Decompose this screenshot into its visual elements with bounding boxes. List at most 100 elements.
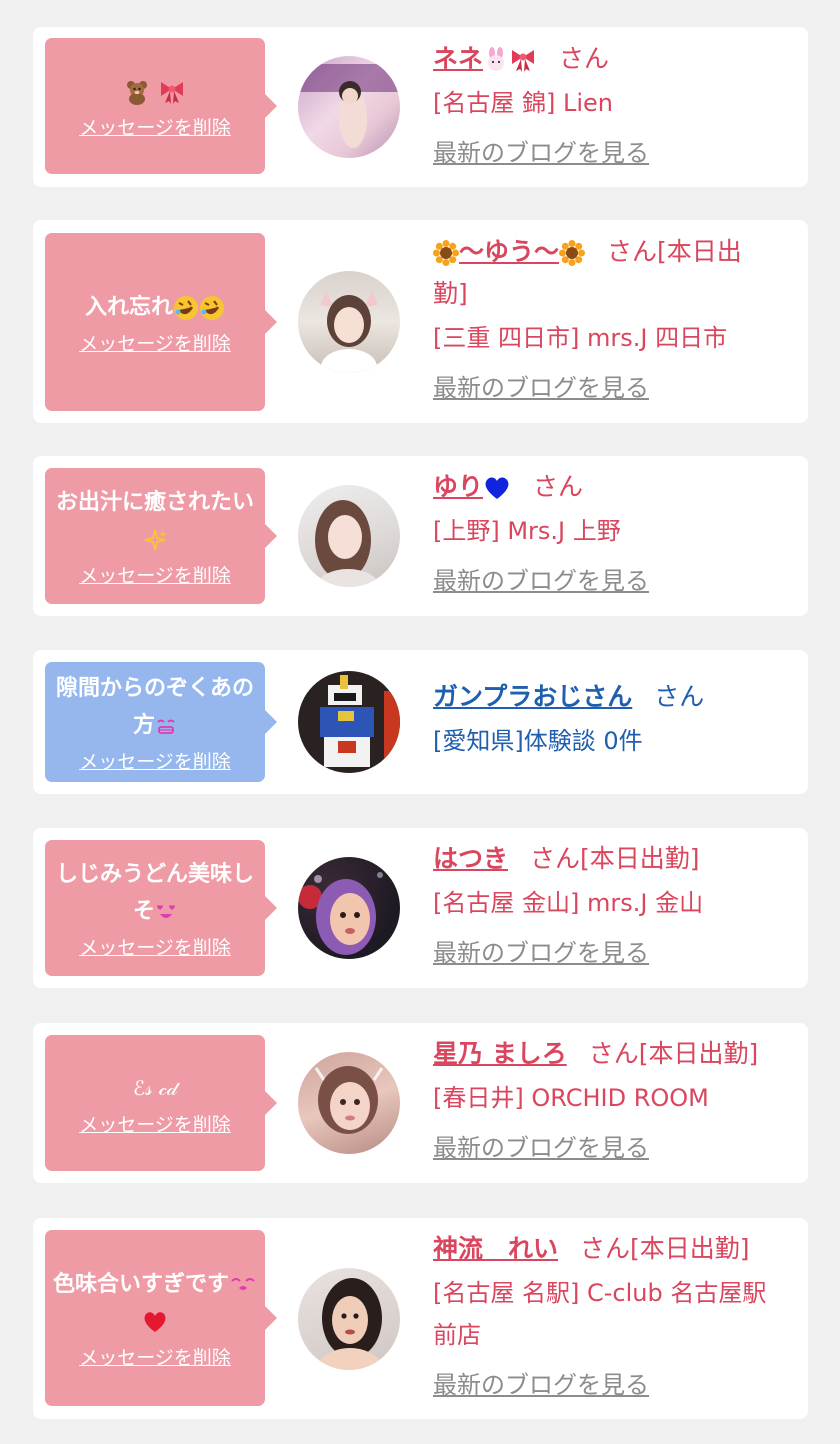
honorific: さん[本日出勤] bbox=[588, 1039, 759, 1068]
message-text: ℰ𝓈 𝒸𝒹 bbox=[133, 1075, 177, 1100]
name-line: ネネ さん bbox=[433, 38, 773, 80]
kiss-face-icon bbox=[231, 1278, 255, 1290]
list-item: 色味合いすぎです メッセージを削除 神流 れい さん[本日出勤] [名古屋 名駅]… bbox=[33, 1218, 808, 1419]
avatar-image bbox=[320, 291, 378, 373]
message-bubble: お出汁に癒されたい メッセージを削除 bbox=[45, 468, 277, 604]
name-line: 星乃 ましろ さん[本日出勤] bbox=[433, 1033, 773, 1075]
rabbit-icon bbox=[488, 47, 505, 71]
shop-name: [名古屋 名駅] C-club 名古屋駅前店 bbox=[433, 1279, 767, 1349]
message-bubble: ℰ𝓈 𝒸𝒹 メッセージを削除 bbox=[45, 1035, 277, 1171]
list-item: しじみうどん美味しそ メッセージを削除 はつき さん[本日出勤] [名古屋 金山]… bbox=[33, 828, 808, 988]
shop-name: [上野] Mrs.J 上野 bbox=[433, 517, 621, 545]
avatar[interactable] bbox=[298, 485, 400, 587]
shop-name: [春日井] ORCHID ROOM bbox=[433, 1084, 709, 1112]
heart-eyes-face-icon bbox=[157, 905, 175, 918]
name-line: ゆり さん bbox=[433, 466, 773, 508]
list-item: ℰ𝓈 𝒸𝒹 メッセージを削除 星乃 ましろ さん[本日出勤] [春日井] ORCH… bbox=[33, 1023, 808, 1183]
latest-blog-link[interactable]: 最新のブログを見る bbox=[433, 373, 649, 403]
profile-info: ガンプラおじさん さん [愛知県]体験談 0件 bbox=[433, 676, 773, 762]
message-list: メッセージを削除 ネネ さん [名古屋 錦] Lien 最新のブログを見る 入れ忘… bbox=[0, 0, 840, 1444]
message-bubble: しじみうどん美味しそ メッセージを削除 bbox=[45, 840, 277, 976]
avatar[interactable] bbox=[298, 671, 400, 773]
list-item: 入れ忘れ メッセージを削除 〜ゆう〜 さん[本日出勤] [三重 四日市] mrs.… bbox=[33, 220, 808, 423]
avatar-image bbox=[314, 1066, 384, 1134]
message-text: お出汁に癒されたい bbox=[53, 484, 257, 558]
message-text bbox=[53, 73, 257, 110]
latest-blog-link[interactable]: 最新のブログを見る bbox=[433, 1370, 649, 1400]
message-body: 色味合いすぎです bbox=[53, 1272, 230, 1297]
name-line: 〜ゆう〜 さん[本日出勤] bbox=[433, 231, 773, 315]
name-line: 神流 れい さん[本日出勤] bbox=[433, 1228, 773, 1270]
avatar-image bbox=[320, 675, 400, 767]
profile-name-link[interactable]: ネネ bbox=[433, 44, 537, 73]
avatar-image bbox=[298, 872, 383, 955]
latest-blog-link[interactable]: 最新のブログを見る bbox=[433, 138, 649, 168]
rofl-emoji-icon bbox=[200, 295, 224, 320]
list-item: 隙間からのぞくあの方 メッセージを削除 ガンプラおじさん さん [愛知県]体験談 … bbox=[33, 650, 808, 794]
honorific: さん bbox=[559, 44, 610, 73]
honorific: さん bbox=[654, 682, 705, 711]
blue-heart-icon bbox=[485, 477, 509, 499]
profile-name-link[interactable]: はつき bbox=[433, 844, 508, 873]
profile-name: ゆり bbox=[433, 472, 484, 501]
avatar[interactable] bbox=[298, 857, 400, 959]
avatar[interactable] bbox=[298, 1052, 400, 1154]
profile-info: はつき さん[本日出勤] [名古屋 金山] mrs.J 金山 最新のブログを見る bbox=[433, 838, 773, 968]
grin-face-icon bbox=[157, 719, 175, 734]
latest-blog-link[interactable]: 最新のブログを見る bbox=[433, 566, 649, 596]
avatar[interactable] bbox=[298, 1268, 400, 1370]
message-text: 入れ忘れ bbox=[53, 289, 257, 326]
profile-info: 星乃 ましろ さん[本日出勤] [春日井] ORCHID ROOM 最新のブログを… bbox=[433, 1033, 773, 1163]
teddy-bear-icon bbox=[127, 80, 148, 105]
honorific: さん[本日出勤] bbox=[580, 1234, 750, 1263]
message-bubble: 色味合いすぎです メッセージを削除 bbox=[45, 1230, 277, 1406]
profile-info: ゆり さん [上野] Mrs.J 上野 最新のブログを見る bbox=[433, 466, 773, 596]
list-item: メッセージを削除 ネネ さん [名古屋 錦] Lien 最新のブログを見る bbox=[33, 27, 808, 187]
delete-message-link[interactable]: メッセージを削除 bbox=[79, 1113, 231, 1137]
shop-name: [名古屋 金山] mrs.J 金山 bbox=[433, 889, 704, 917]
rofl-emoji-icon bbox=[174, 295, 198, 320]
profile-info: 〜ゆう〜 さん[本日出勤] [三重 四日市] mrs.J 四日市 最新のブログを見… bbox=[433, 231, 773, 403]
name-line: ガンプラおじさん さん bbox=[433, 676, 773, 718]
profile-name-link[interactable]: ガンプラおじさん bbox=[433, 682, 632, 711]
profile-name-link[interactable]: 星乃 ましろ bbox=[433, 1039, 567, 1068]
latest-blog-link[interactable]: 最新のブログを見る bbox=[433, 938, 649, 968]
delete-message-link[interactable]: メッセージを削除 bbox=[79, 1346, 231, 1370]
profile-name-link[interactable]: 〜ゆう〜 bbox=[433, 237, 586, 266]
message-bubble: メッセージを削除 bbox=[45, 38, 277, 174]
profile-name: 〜ゆう〜 bbox=[459, 237, 560, 266]
delete-message-link[interactable]: メッセージを削除 bbox=[79, 332, 231, 356]
avatar-image bbox=[315, 500, 378, 587]
sunflower-icon bbox=[559, 240, 586, 266]
profile-info: ネネ さん [名古屋 錦] Lien 最新のブログを見る bbox=[433, 38, 773, 168]
message-body: お出汁に癒されたい bbox=[55, 490, 254, 515]
shop-name: [三重 四日市] mrs.J 四日市 bbox=[433, 324, 728, 352]
avatar-image bbox=[298, 64, 400, 148]
list-item: お出汁に癒されたい メッセージを削除 ゆり さん [上野] Mrs.J 上野 最新… bbox=[33, 456, 808, 616]
avatar[interactable] bbox=[298, 56, 400, 158]
message-bubble: 入れ忘れ メッセージを削除 bbox=[45, 233, 277, 411]
latest-blog-link[interactable]: 最新のブログを見る bbox=[433, 1133, 649, 1163]
profile-name-link[interactable]: 神流 れい bbox=[433, 1234, 558, 1263]
sparkles-icon bbox=[144, 529, 167, 551]
honorific: さん[本日出勤] bbox=[530, 844, 700, 873]
delete-message-link[interactable]: メッセージを削除 bbox=[79, 750, 231, 774]
profile-info: 神流 れい さん[本日出勤] [名古屋 名駅] C-club 名古屋駅前店 最新の… bbox=[433, 1228, 773, 1400]
delete-message-link[interactable]: メッセージを削除 bbox=[79, 936, 231, 960]
shop-name: [名古屋 錦] Lien bbox=[433, 89, 613, 117]
name-line: はつき さん[本日出勤] bbox=[433, 838, 773, 880]
sunflower-icon bbox=[433, 240, 459, 266]
avatar-image bbox=[316, 1278, 384, 1370]
profile-name: ネネ bbox=[433, 44, 484, 73]
delete-message-link[interactable]: メッセージを削除 bbox=[79, 564, 231, 588]
ribbon-icon bbox=[512, 50, 535, 72]
message-text: しじみうどん美味しそ bbox=[53, 856, 257, 930]
delete-message-link[interactable]: メッセージを削除 bbox=[79, 116, 231, 140]
message-bubble: 隙間からのぞくあの方 メッセージを削除 bbox=[45, 662, 277, 782]
message-text: 隙間からのぞくあの方 bbox=[53, 670, 257, 744]
shop-name: [愛知県]体験談 0件 bbox=[433, 727, 643, 755]
message-text: 色味合いすぎです bbox=[53, 1266, 257, 1340]
ribbon-icon bbox=[160, 81, 183, 104]
avatar[interactable] bbox=[298, 271, 400, 373]
profile-name-link[interactable]: ゆり bbox=[433, 472, 511, 501]
